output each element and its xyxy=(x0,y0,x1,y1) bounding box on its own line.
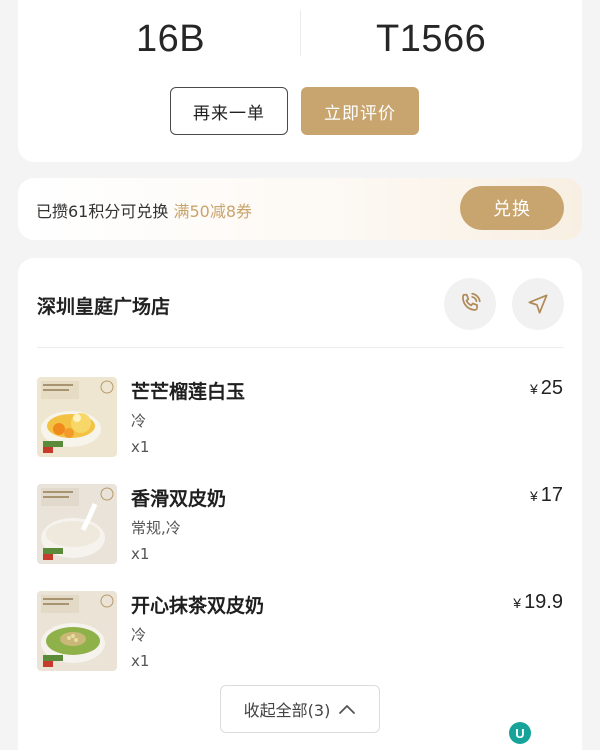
store-name: 深圳皇庭广场店 xyxy=(37,296,171,318)
item-quantity: x1 xyxy=(131,652,150,670)
currency-symbol: ¥ xyxy=(529,381,538,397)
reorder-button[interactable]: 再来一单 xyxy=(170,87,288,135)
price-value: 19.9 xyxy=(524,591,563,613)
pickup-info-row: 16B T1566 xyxy=(18,10,582,70)
item-name: 开心抹茶双皮奶 xyxy=(131,595,265,617)
collapse-all-button[interactable]: 收起全部(3) xyxy=(220,685,380,733)
currency-symbol: ¥ xyxy=(513,595,522,611)
phone-icon xyxy=(462,292,481,311)
item-price: ¥17 xyxy=(530,484,563,507)
divider xyxy=(37,347,564,348)
divider xyxy=(300,10,301,56)
exchange-button[interactable]: 兑换 xyxy=(460,186,564,230)
store-order-card: 深圳皇庭广场店 芒芒榴莲白玉 冷 x1 ¥ 25 香滑双皮奶 常规,冷 x1 ¥… xyxy=(18,258,582,750)
navigate-to-store-button[interactable] xyxy=(512,278,564,330)
price-value: 25 xyxy=(540,377,563,399)
item-spec: 常规,冷 xyxy=(131,519,181,537)
product-image-matcha-pudding xyxy=(37,591,117,671)
product-image-milk-pudding xyxy=(37,484,117,564)
item-name: 芒芒榴莲白玉 xyxy=(131,381,246,403)
item-name: 香滑双皮奶 xyxy=(131,488,227,510)
navigation-arrow-icon xyxy=(528,294,548,314)
item-price: ¥25 xyxy=(530,377,563,400)
order-item: 开心抹茶双皮奶 冷 x1 ¥19.9 xyxy=(18,591,582,681)
call-store-button[interactable] xyxy=(444,278,496,330)
product-image-durian xyxy=(37,377,117,457)
currency-symbol: ¥ xyxy=(529,488,538,504)
points-balance-text: 已攒61积分可兑换 xyxy=(36,202,174,221)
order-code: T1566 xyxy=(376,18,487,60)
rate-now-button[interactable]: 立即评价 xyxy=(301,87,419,135)
coupon-offer-text: 满50减8券 xyxy=(173,202,252,221)
item-quantity: x1 xyxy=(131,545,150,563)
item-spec: 冷 xyxy=(131,412,147,430)
seat-number: 16B xyxy=(136,18,206,60)
item-quantity: x1 xyxy=(131,438,150,456)
order-item: 香滑双皮奶 常规,冷 x1 ¥17 xyxy=(18,484,582,574)
points-text: 已攒61积分可兑换 满50减8券 xyxy=(36,198,252,222)
order-item: 芒芒榴莲白玉 冷 x1 ¥25 xyxy=(18,377,582,467)
brand-logo-icon: U xyxy=(509,722,531,744)
order-info-card: 16B T1566 再来一单 立即评价 xyxy=(18,0,582,162)
price-value: 17 xyxy=(540,484,563,506)
collapse-label: 收起全部(3) xyxy=(243,701,331,720)
item-spec: 冷 xyxy=(131,626,147,644)
item-price: ¥19.9 xyxy=(513,591,563,614)
points-banner: 已攒61积分可兑换 满50减8券 兑换 xyxy=(18,178,582,240)
chevron-up-icon xyxy=(339,705,356,714)
